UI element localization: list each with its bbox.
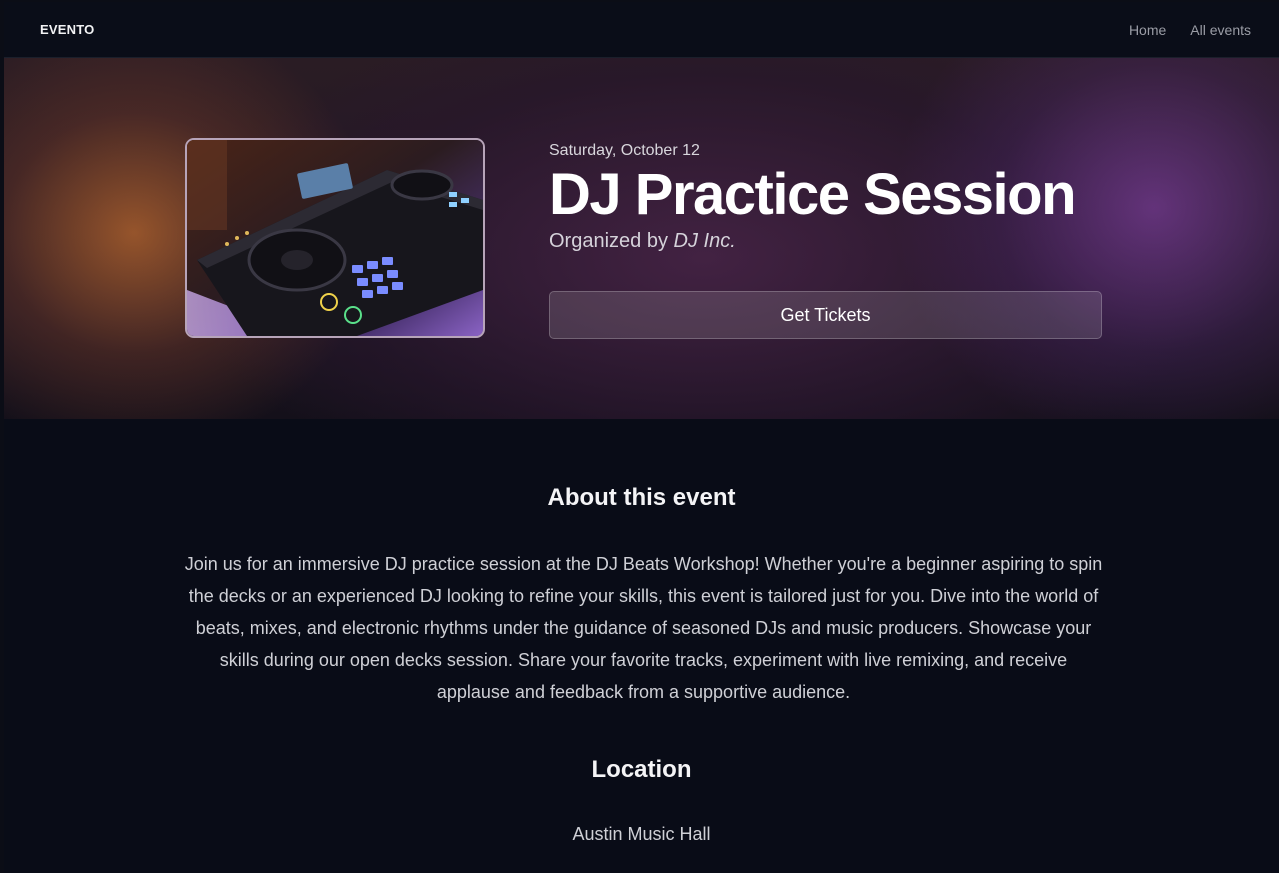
page: EVENTO Home All events Saturday, October… xyxy=(4,2,1279,873)
about-heading: About this event xyxy=(547,484,736,511)
event-info: Saturday, October 12 DJ Practice Session… xyxy=(549,142,1109,339)
organizer-name: DJ Inc. xyxy=(673,230,736,252)
nav-link-all-events[interactable]: All events xyxy=(1190,22,1251,38)
top-navbar: EVENTO Home All events xyxy=(4,2,1279,58)
nav-links: Home All events xyxy=(1129,22,1251,38)
event-title: DJ Practice Session xyxy=(549,162,1077,227)
event-date: Saturday, October 12 xyxy=(549,142,700,159)
site-logo[interactable]: EVENTO xyxy=(40,22,94,37)
location-venue: Austin Music Hall xyxy=(572,824,711,844)
about-description: Join us for an immersive DJ practice ses… xyxy=(184,554,1103,702)
get-tickets-button[interactable]: Get Tickets xyxy=(549,291,1102,339)
event-image xyxy=(185,138,485,338)
nav-link-home[interactable]: Home xyxy=(1129,22,1166,38)
event-hero: Saturday, October 12 DJ Practice Session… xyxy=(4,58,1279,419)
organizer-prefix: Organized by xyxy=(549,230,668,252)
event-organizer: Organized by DJ Inc. xyxy=(549,230,1109,253)
location-heading: Location xyxy=(591,756,692,783)
dj-controller-icon xyxy=(187,140,483,336)
